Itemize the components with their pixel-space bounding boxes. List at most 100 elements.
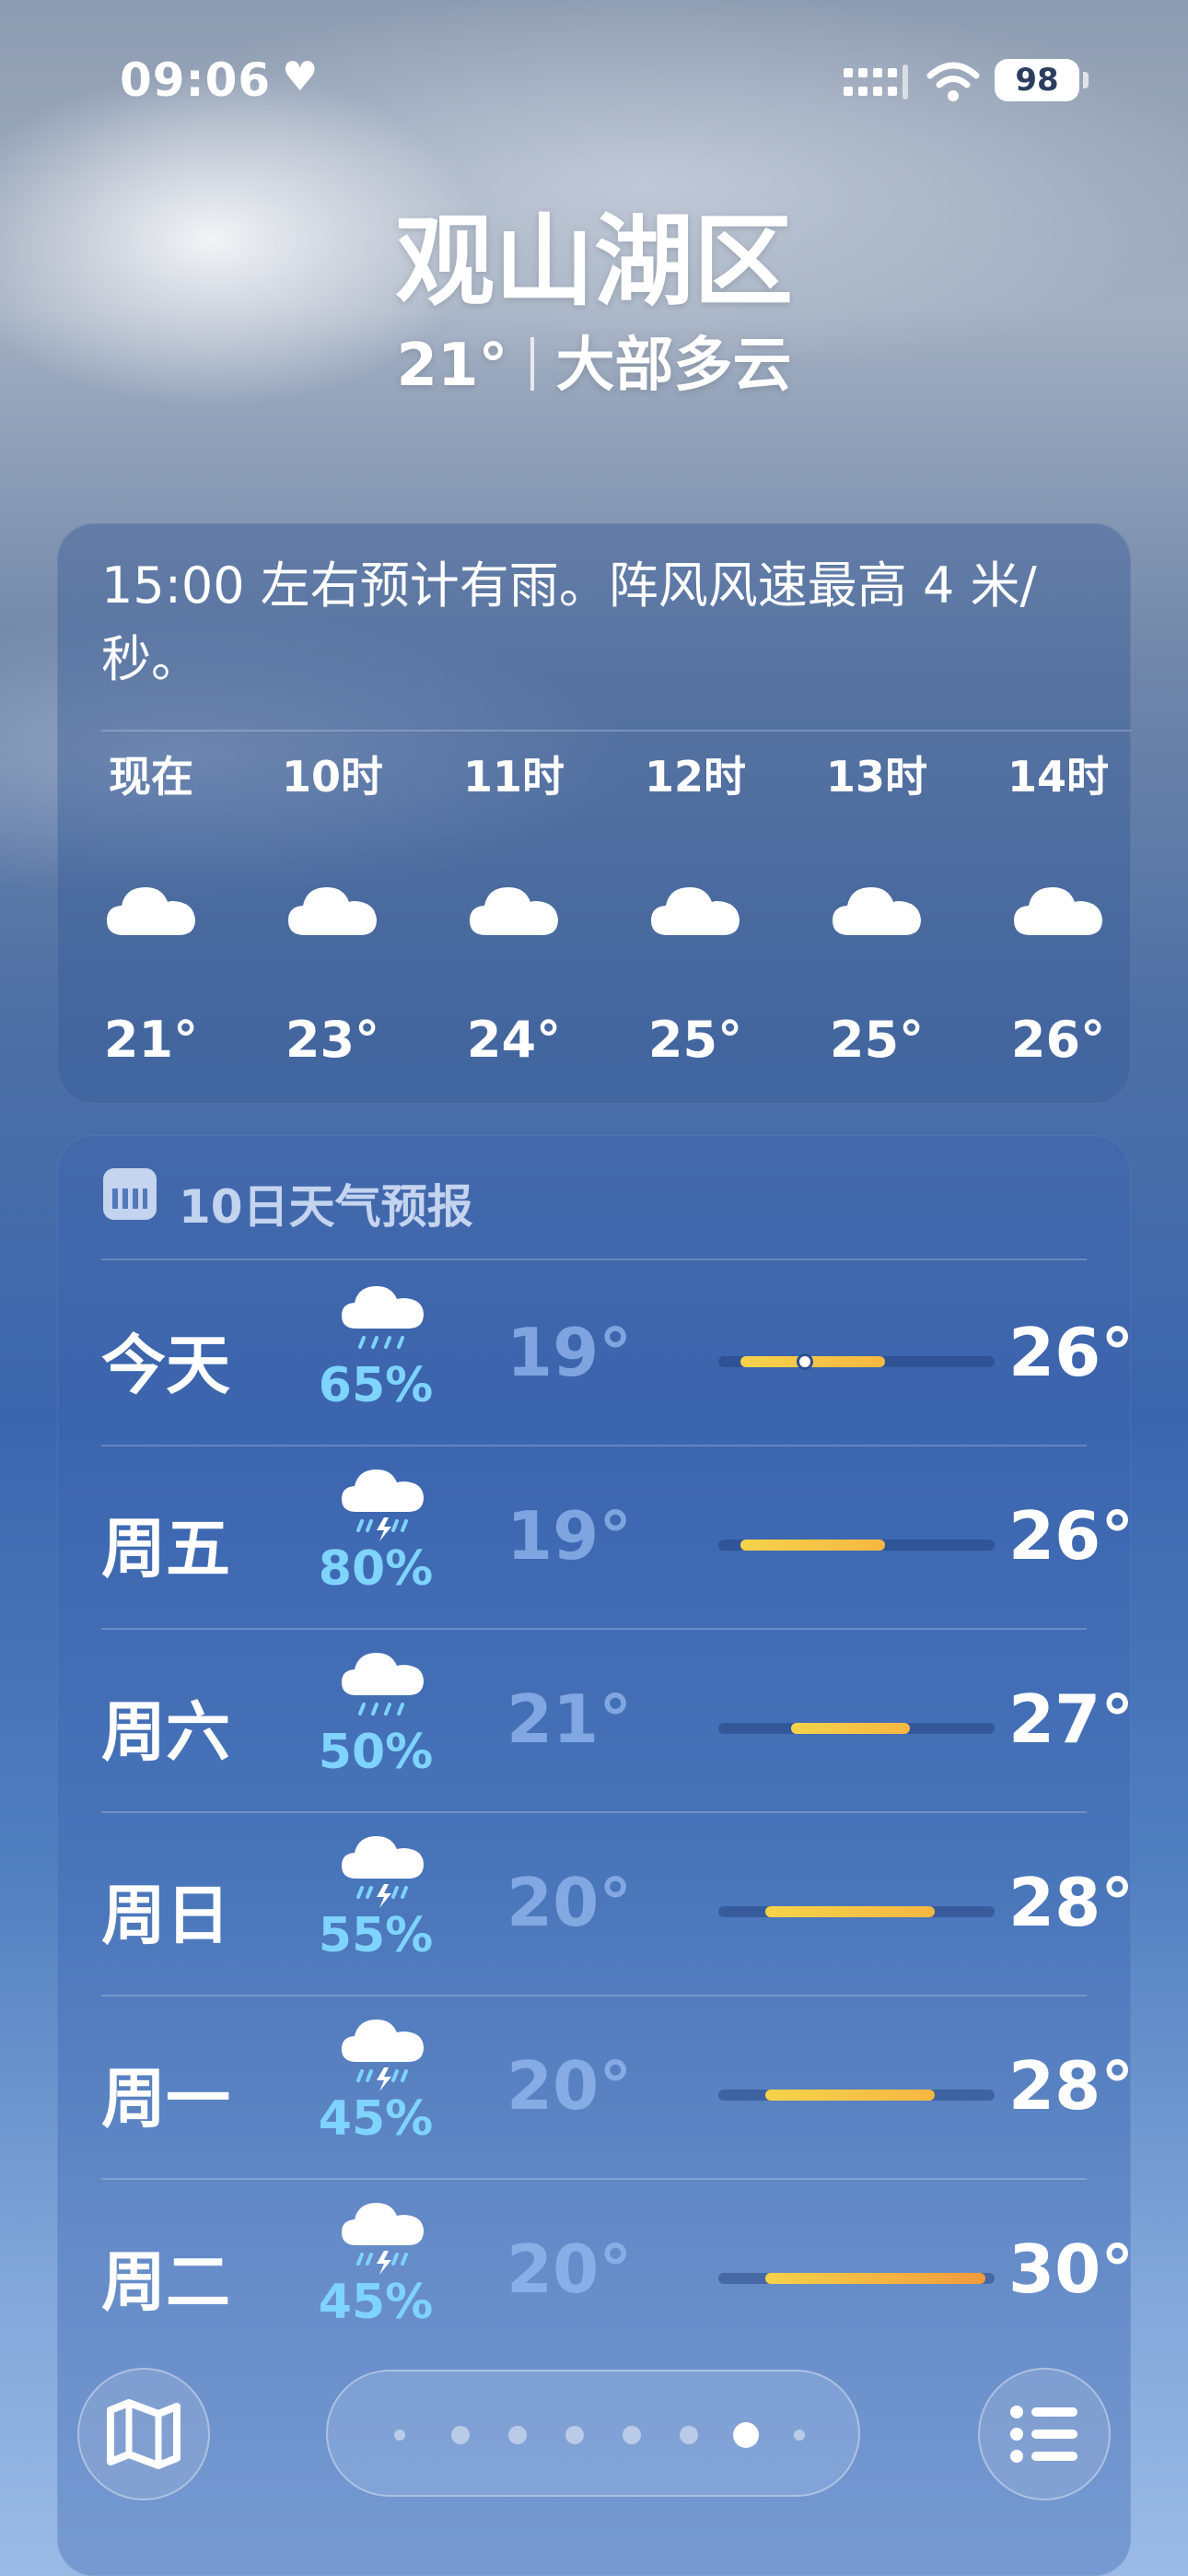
precip-chance: 45% xyxy=(318,2275,434,2330)
day-name: 周日 xyxy=(101,1878,230,1953)
temp-range-bar xyxy=(718,2273,995,2284)
cloud-bolt-rain-icon xyxy=(342,1836,424,1908)
hour-temp: 25° xyxy=(647,1011,743,1069)
cloud-rain-icon xyxy=(342,1286,424,1349)
hour-label: 11时 xyxy=(462,752,565,802)
temp-range-bar xyxy=(718,1353,995,1370)
temp-range-fill xyxy=(765,1906,936,1917)
page-dot[interactable] xyxy=(451,2426,470,2444)
page-dot[interactable] xyxy=(565,2426,584,2444)
hour-item: 10时 23° xyxy=(250,749,415,1069)
low-temp: 20° xyxy=(507,2231,633,2308)
precip-chance: 45% xyxy=(318,2091,434,2147)
divider xyxy=(101,730,1131,732)
status-time: 09:06 xyxy=(120,53,272,107)
page-indicator[interactable] xyxy=(326,2370,860,2497)
separator xyxy=(530,337,534,391)
location-header: 观山湖区 21° 大部多云 xyxy=(0,193,1188,407)
high-temp: 26° xyxy=(1008,1497,1135,1575)
map-icon xyxy=(107,2399,181,2469)
low-temp: 21° xyxy=(507,1680,633,1758)
hour-item: 14时 26° xyxy=(975,749,1141,1069)
cloud-icon xyxy=(1014,887,1102,935)
day-name: 周六 xyxy=(101,1694,230,1770)
cloud-rain-icon xyxy=(342,1653,424,1715)
cellular-signal-icon xyxy=(844,64,908,100)
page-dot[interactable] xyxy=(794,2430,805,2441)
day-row[interactable]: 周日 55% 20° 28° xyxy=(101,1811,1134,1995)
day-name: 周二 xyxy=(101,2244,230,2320)
hour-label: 10时 xyxy=(281,752,383,802)
day-name: 今天 xyxy=(101,1328,230,1403)
hour-temp: 25° xyxy=(829,1011,925,1069)
cloud-bolt-rain-icon xyxy=(342,2203,424,2275)
divider xyxy=(101,1995,1087,1996)
day-name: 周五 xyxy=(101,1511,230,1587)
list-icon xyxy=(1010,2406,1077,2463)
day-row[interactable]: 周六 50% 21° 27° xyxy=(101,1628,1134,1811)
page-dot-active[interactable] xyxy=(733,2422,759,2448)
divider xyxy=(101,2178,1087,2180)
high-temp: 28° xyxy=(1008,2047,1135,2125)
cloud-icon xyxy=(833,887,921,935)
page-dot[interactable] xyxy=(394,2430,405,2441)
temp-range-fill xyxy=(790,1723,911,1734)
city-name: 观山湖区 xyxy=(394,205,793,320)
hour-label: 现在 xyxy=(109,752,193,802)
cloud-bolt-rain-icon xyxy=(342,2020,424,2091)
hour-item: 现在 21° xyxy=(68,749,234,1069)
city-list-button[interactable] xyxy=(978,2368,1111,2500)
hour-label: 14时 xyxy=(1007,752,1109,802)
day-row[interactable]: 周一 45% 20° 28° xyxy=(101,1995,1134,2178)
divider xyxy=(101,1811,1087,1813)
hour-label: 12时 xyxy=(644,752,746,802)
day-name: 周一 xyxy=(101,2061,230,2137)
page-dot[interactable] xyxy=(680,2426,698,2444)
high-temp: 30° xyxy=(1008,2231,1135,2308)
hour-temp: 23° xyxy=(285,1011,380,1069)
page-dot[interactable] xyxy=(623,2426,641,2444)
cloud-icon xyxy=(288,887,377,935)
temp-range-bar xyxy=(718,1723,995,1734)
temp-range-fill xyxy=(765,2273,985,2284)
hour-item: 13时 25° xyxy=(794,749,960,1069)
precip-chance: 65% xyxy=(318,1358,434,1413)
page-dot[interactable] xyxy=(508,2426,527,2444)
day-row[interactable]: 今天 65% 19° 26° xyxy=(101,1262,1134,1445)
high-temp: 27° xyxy=(1008,1680,1135,1758)
low-temp: 20° xyxy=(507,2047,633,2125)
day-row[interactable]: 周二 45% 20° 30° xyxy=(101,2178,1134,2361)
battery-icon: 98 xyxy=(995,59,1079,101)
temp-range-fill xyxy=(740,1540,885,1551)
cloud-bolt-rain-icon xyxy=(342,1469,424,1541)
status-bar: 09:06 ♥ 98 xyxy=(0,0,1188,157)
high-temp: 26° xyxy=(1008,1314,1135,1391)
precip-chance: 55% xyxy=(318,1908,434,1963)
current-temp: 21° xyxy=(396,332,508,400)
wifi-icon xyxy=(926,62,980,101)
low-temp: 20° xyxy=(507,1864,633,1941)
precip-chance: 80% xyxy=(318,1541,434,1597)
temp-range-bar xyxy=(718,2090,995,2101)
divider xyxy=(101,1628,1087,1630)
hourly-summary-text: 15:00 左右预计有雨。阵风风速最高 4 米/秒。 xyxy=(101,556,1037,688)
current-summary: 21° 大部多云 xyxy=(0,324,1188,407)
current-condition: 大部多云 xyxy=(555,332,792,400)
temp-range-bar xyxy=(718,1906,995,1917)
low-temp: 19° xyxy=(507,1314,633,1391)
hour-item: 12时 25° xyxy=(612,749,778,1069)
hour-item: 11时 24° xyxy=(431,749,597,1069)
low-temp: 19° xyxy=(507,1497,633,1575)
hourly-list[interactable]: 现在 21° 10时 23° 11时 24° 12时 25° 13时 25° 14时 26° xyxy=(101,749,1142,1090)
map-button[interactable] xyxy=(77,2368,210,2500)
temp-range-bar xyxy=(718,1540,995,1551)
hour-label: 13时 xyxy=(825,752,927,802)
divider xyxy=(101,1445,1087,1446)
hourly-forecast-card[interactable]: 15:00 左右预计有雨。阵风风速最高 4 米/秒。 现在 21° 10时 23° 11… xyxy=(57,523,1131,1104)
high-temp: 28° xyxy=(1008,1864,1135,1941)
day-row[interactable]: 周五 80% 19° 26° xyxy=(101,1445,1134,1628)
temp-range-fill xyxy=(765,2090,936,2101)
hour-temp: 21° xyxy=(103,1011,199,1069)
hour-temp: 26° xyxy=(1010,1011,1106,1069)
cloud-icon xyxy=(651,887,740,935)
